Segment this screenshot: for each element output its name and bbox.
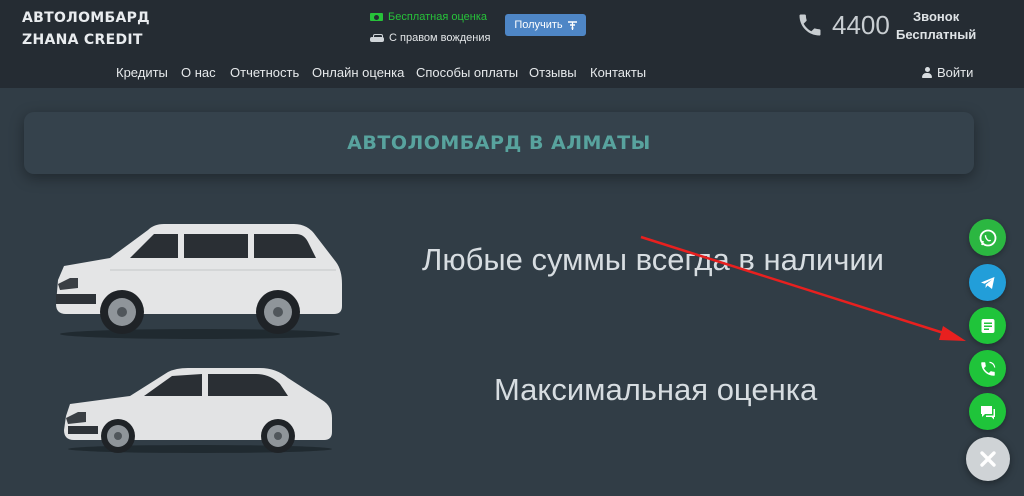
site-header: АВТОЛОМБАРД ZHANA CREDIT Бесплатная оцен… [0, 0, 1024, 88]
call-line-2: Бесплатный [896, 27, 977, 42]
free-eval-text: Бесплатная оценка [388, 11, 487, 23]
get-button-label: Получить [514, 19, 563, 31]
suv-image [56, 224, 342, 339]
tagline-max-eval: Максимальная оценка [494, 372, 818, 407]
hero-title-card: АВТОЛОМБАРД В АЛМАТЫ [24, 112, 974, 174]
nav-item-payment[interactable]: Способы оплаты [416, 65, 518, 80]
call-line-1: Звонок [913, 9, 960, 24]
phone-icon[interactable] [796, 11, 824, 39]
get-button[interactable]: Получить [505, 14, 586, 36]
viber-icon [980, 361, 995, 376]
telegram-icon [980, 276, 994, 289]
login-link[interactable]: Войти [922, 65, 973, 80]
free-call-label: Звонок Бесплатный [896, 8, 976, 44]
chat-button[interactable] [969, 393, 1006, 430]
brand-line-2: ZHANA CREDIT [22, 32, 143, 48]
form-button[interactable] [969, 307, 1006, 344]
with-driving-text: С правом вождения [389, 32, 491, 44]
whatsapp-icon [979, 229, 996, 246]
nav-item-credits[interactable]: Кредиты [116, 65, 168, 80]
whatsapp-button[interactable] [969, 219, 1006, 256]
telegram-button[interactable] [969, 264, 1006, 301]
brand-logo[interactable]: АВТОЛОМБАРД ZHANA CREDIT [22, 7, 150, 51]
close-widget-button[interactable] [966, 437, 1010, 481]
hero-title: АВТОЛОМБАРД В АЛМАТЫ [347, 132, 651, 154]
form-icon [981, 318, 994, 333]
cash-icon [370, 13, 383, 21]
brand-line-1: АВТОЛОМБАРД [22, 10, 150, 26]
sedan-image [64, 368, 332, 453]
main-nav: Кредиты О нас Отчетность Онлайн оценка С… [0, 62, 1024, 84]
promo-block: Бесплатная оценка С правом вождения [370, 8, 490, 47]
nav-item-reviews[interactable]: Отзывы [529, 65, 577, 80]
close-icon [980, 451, 996, 467]
car-icon [370, 33, 384, 43]
filter-icon [567, 20, 577, 30]
viber-button[interactable] [969, 350, 1006, 387]
nav-item-contacts[interactable]: Контакты [590, 65, 646, 80]
tagline-any-sums: Любые суммы всегда в наличии [422, 242, 885, 277]
chat-icon [980, 405, 995, 419]
nav-item-online-eval[interactable]: Онлайн оценка [312, 65, 404, 80]
nav-item-about[interactable]: О нас [181, 65, 216, 80]
phone-number[interactable]: 4400 [832, 10, 890, 41]
login-label: Войти [937, 65, 974, 80]
user-icon [922, 67, 932, 78]
nav-item-reports[interactable]: Отчетность [230, 65, 299, 80]
